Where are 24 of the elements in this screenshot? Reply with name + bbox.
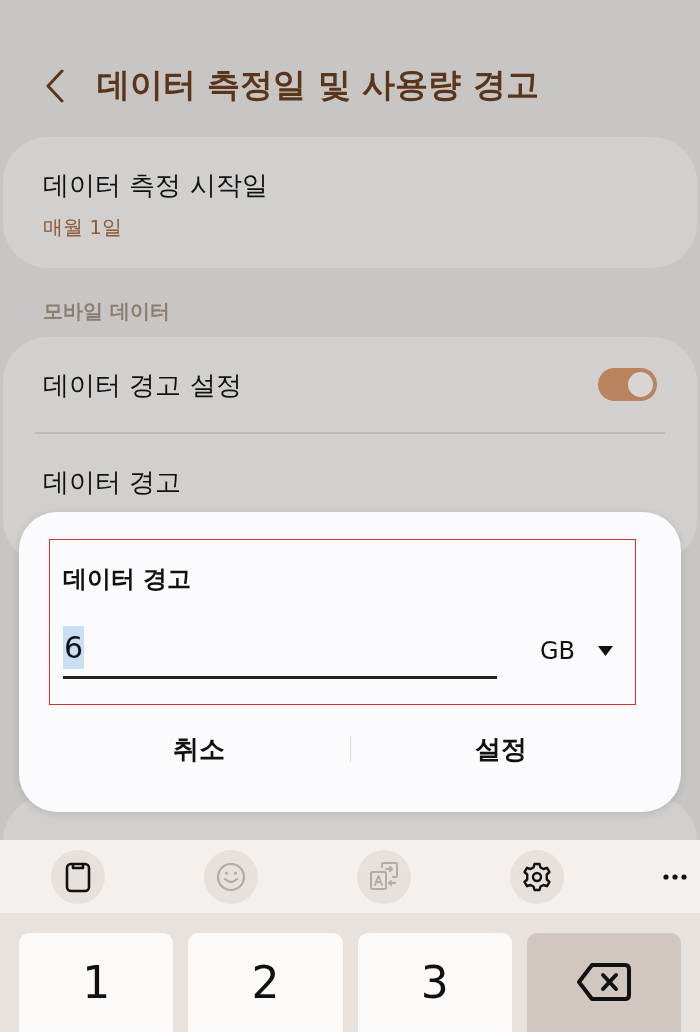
number-input-field[interactable]: 6 xyxy=(63,626,497,679)
input-value: 6 xyxy=(63,626,85,669)
cancel-button[interactable]: 취소 xyxy=(49,721,350,777)
digit-key[interactable]: 2 xyxy=(188,933,343,1032)
start-day-item[interactable]: 데이터 측정 시작일 매월 1일 xyxy=(3,137,697,268)
clipboard-icon[interactable] xyxy=(51,849,105,904)
section-header: 모바일 데이터 xyxy=(43,298,171,325)
confirm-button[interactable]: 설정 xyxy=(350,721,651,777)
item-title: 데이터 측정 시작일 xyxy=(43,169,269,202)
caret-icon xyxy=(598,645,614,656)
backspace-icon xyxy=(575,962,632,1002)
dialog-title: 데이터 경고 xyxy=(63,564,193,594)
item-value: 매월 1일 xyxy=(43,214,124,241)
unit-dropdown[interactable]: GB xyxy=(540,635,614,666)
item-title: 데이터 경고 설정 xyxy=(43,368,242,402)
back-icon[interactable] xyxy=(45,68,65,103)
page-title: 데이터 측정일 및 사용량 경고 xyxy=(97,64,539,106)
digit-key[interactable]: 1 xyxy=(19,933,174,1032)
backspace-key[interactable] xyxy=(526,933,681,1032)
more-icon[interactable] xyxy=(663,873,687,880)
item-title: 데이터 경고 xyxy=(43,466,182,499)
toggle-switch[interactable] xyxy=(598,368,657,401)
settings-icon[interactable] xyxy=(510,849,564,904)
digit-key[interactable]: 3 xyxy=(357,933,512,1032)
